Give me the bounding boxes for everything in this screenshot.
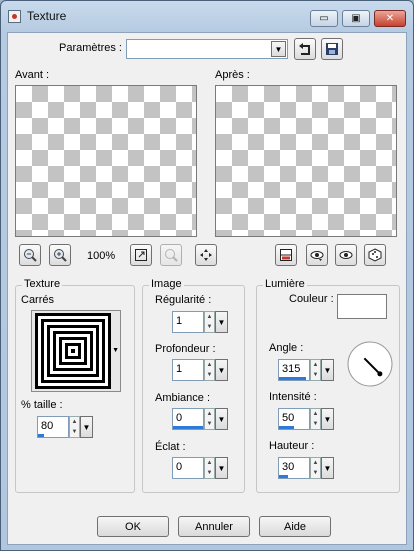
maximize-button[interactable]: ▣ xyxy=(342,10,370,27)
intensity-spinner[interactable]: 50 ▲ ▼ ▼ xyxy=(278,408,334,430)
texture-swatch-picker[interactable]: ▼ xyxy=(31,310,121,392)
zoom-level: 100% xyxy=(87,250,116,262)
zoom-in-icon[interactable] xyxy=(49,244,71,266)
glare-spinner[interactable]: 0 ▲ ▼ ▼ xyxy=(172,457,228,479)
params-combo[interactable]: ▼ xyxy=(126,39,288,59)
help-button[interactable]: Aide xyxy=(259,516,331,537)
chevron-down-icon[interactable]: ▼ xyxy=(215,311,228,333)
regularity-spinner[interactable]: 1 ▲ ▼ ▼ xyxy=(172,311,228,333)
depth-spinner[interactable]: 1 ▲ ▼ ▼ xyxy=(172,359,228,381)
regularity-input[interactable]: 1 xyxy=(172,311,204,333)
chevron-down-icon[interactable]: ▼ xyxy=(321,457,334,479)
image-group-title: Image xyxy=(149,278,184,290)
light-group-title: Lumière xyxy=(263,278,307,290)
reset-icon[interactable] xyxy=(294,38,316,60)
chevron-down-icon[interactable]: ▼ xyxy=(215,359,228,381)
swatch-dropdown-icon[interactable]: ▼ xyxy=(112,347,119,354)
title-bar[interactable]: Texture ▭ ▣ ✕ xyxy=(1,1,413,31)
height-bar xyxy=(279,475,288,478)
after-preview[interactable] xyxy=(215,85,397,237)
texture-dialog: Texture ▭ ▣ ✕ Paramètres : ▼ Avant : Apr… xyxy=(0,0,414,551)
texture-swatch xyxy=(35,313,111,389)
after-label: Après : xyxy=(215,69,250,81)
spin-arrows-icon[interactable]: ▲ ▼ xyxy=(204,311,215,333)
spin-arrows-icon[interactable]: ▲ ▼ xyxy=(69,416,80,438)
depth-label: Profondeur : xyxy=(155,343,216,355)
texture-preset-label: Carrés xyxy=(21,294,55,306)
regularity-label: Régularité : xyxy=(155,294,212,306)
chevron-down-icon[interactable]: ▼ xyxy=(215,408,228,430)
glare-input[interactable]: 0 xyxy=(172,457,204,479)
angle-spinner[interactable]: 315 ▲ ▼ ▼ xyxy=(278,359,334,381)
spin-arrows-icon[interactable]: ▲ ▼ xyxy=(310,408,321,430)
app-icon xyxy=(8,10,21,23)
chevron-down-icon[interactable]: ▼ xyxy=(321,408,334,430)
texture-size-label: % taille : xyxy=(21,399,63,411)
dialog-body: Paramètres : ▼ Avant : Après : 100% Text… xyxy=(7,32,407,545)
angle-dial[interactable] xyxy=(346,340,394,388)
intensity-bar xyxy=(279,426,294,429)
spin-arrows-icon[interactable]: ▲ ▼ xyxy=(204,457,215,479)
height-spinner[interactable]: 30 ▲ ▼ ▼ xyxy=(278,457,334,479)
chevron-down-icon[interactable]: ▼ xyxy=(215,457,228,479)
chevron-down-icon[interactable]: ▼ xyxy=(321,359,334,381)
angle-bar xyxy=(279,377,306,380)
params-label: Paramètres : xyxy=(59,42,122,54)
zoom-actual-icon[interactable] xyxy=(160,244,182,266)
height-label: Hauteur : xyxy=(269,440,315,452)
window-title: Texture xyxy=(27,9,67,23)
glare-label: Éclat : xyxy=(155,441,186,453)
before-preview[interactable] xyxy=(15,85,197,237)
ok-button[interactable]: OK xyxy=(97,516,169,537)
texture-size-spinner[interactable]: 80 ▲ ▼ ▼ xyxy=(37,416,93,438)
spin-arrows-icon[interactable]: ▲ ▼ xyxy=(204,408,215,430)
chevron-down-icon[interactable]: ▼ xyxy=(271,41,286,57)
spin-arrows-icon[interactable]: ▲ ▼ xyxy=(204,359,215,381)
depth-input[interactable]: 1 xyxy=(172,359,204,381)
preview-eye-icon[interactable] xyxy=(335,244,357,266)
texture-group-title: Texture xyxy=(22,278,63,290)
randomize-dice-icon[interactable] xyxy=(364,244,386,266)
zoom-out-icon[interactable] xyxy=(19,244,41,266)
before-label: Avant : xyxy=(15,69,50,81)
texture-size-bar xyxy=(38,434,44,437)
cancel-button[interactable]: Annuler xyxy=(178,516,250,537)
ambience-bar xyxy=(173,426,203,429)
ambience-spinner[interactable]: 0 ▲ ▼ ▼ xyxy=(172,408,228,430)
spin-arrows-icon[interactable]: ▲ ▼ xyxy=(310,359,321,381)
angle-label: Angle : xyxy=(269,342,304,354)
ambience-label: Ambiance : xyxy=(155,392,211,404)
intensity-label: Intensité : xyxy=(269,391,317,403)
fit-view-icon[interactable] xyxy=(130,244,152,266)
close-button[interactable]: ✕ xyxy=(374,10,406,27)
pan-icon[interactable] xyxy=(195,244,217,266)
spin-arrows-icon[interactable]: ▲ ▼ xyxy=(310,457,321,479)
preview-toggle-icon[interactable] xyxy=(275,244,297,266)
chevron-down-icon[interactable]: ▼ xyxy=(80,416,93,438)
minimize-button[interactable]: ▭ xyxy=(310,10,338,27)
proof-eye-icon[interactable] xyxy=(306,244,328,266)
save-icon[interactable] xyxy=(321,38,343,60)
light-color-swatch[interactable] xyxy=(337,294,387,319)
color-label: Couleur : xyxy=(289,293,334,305)
